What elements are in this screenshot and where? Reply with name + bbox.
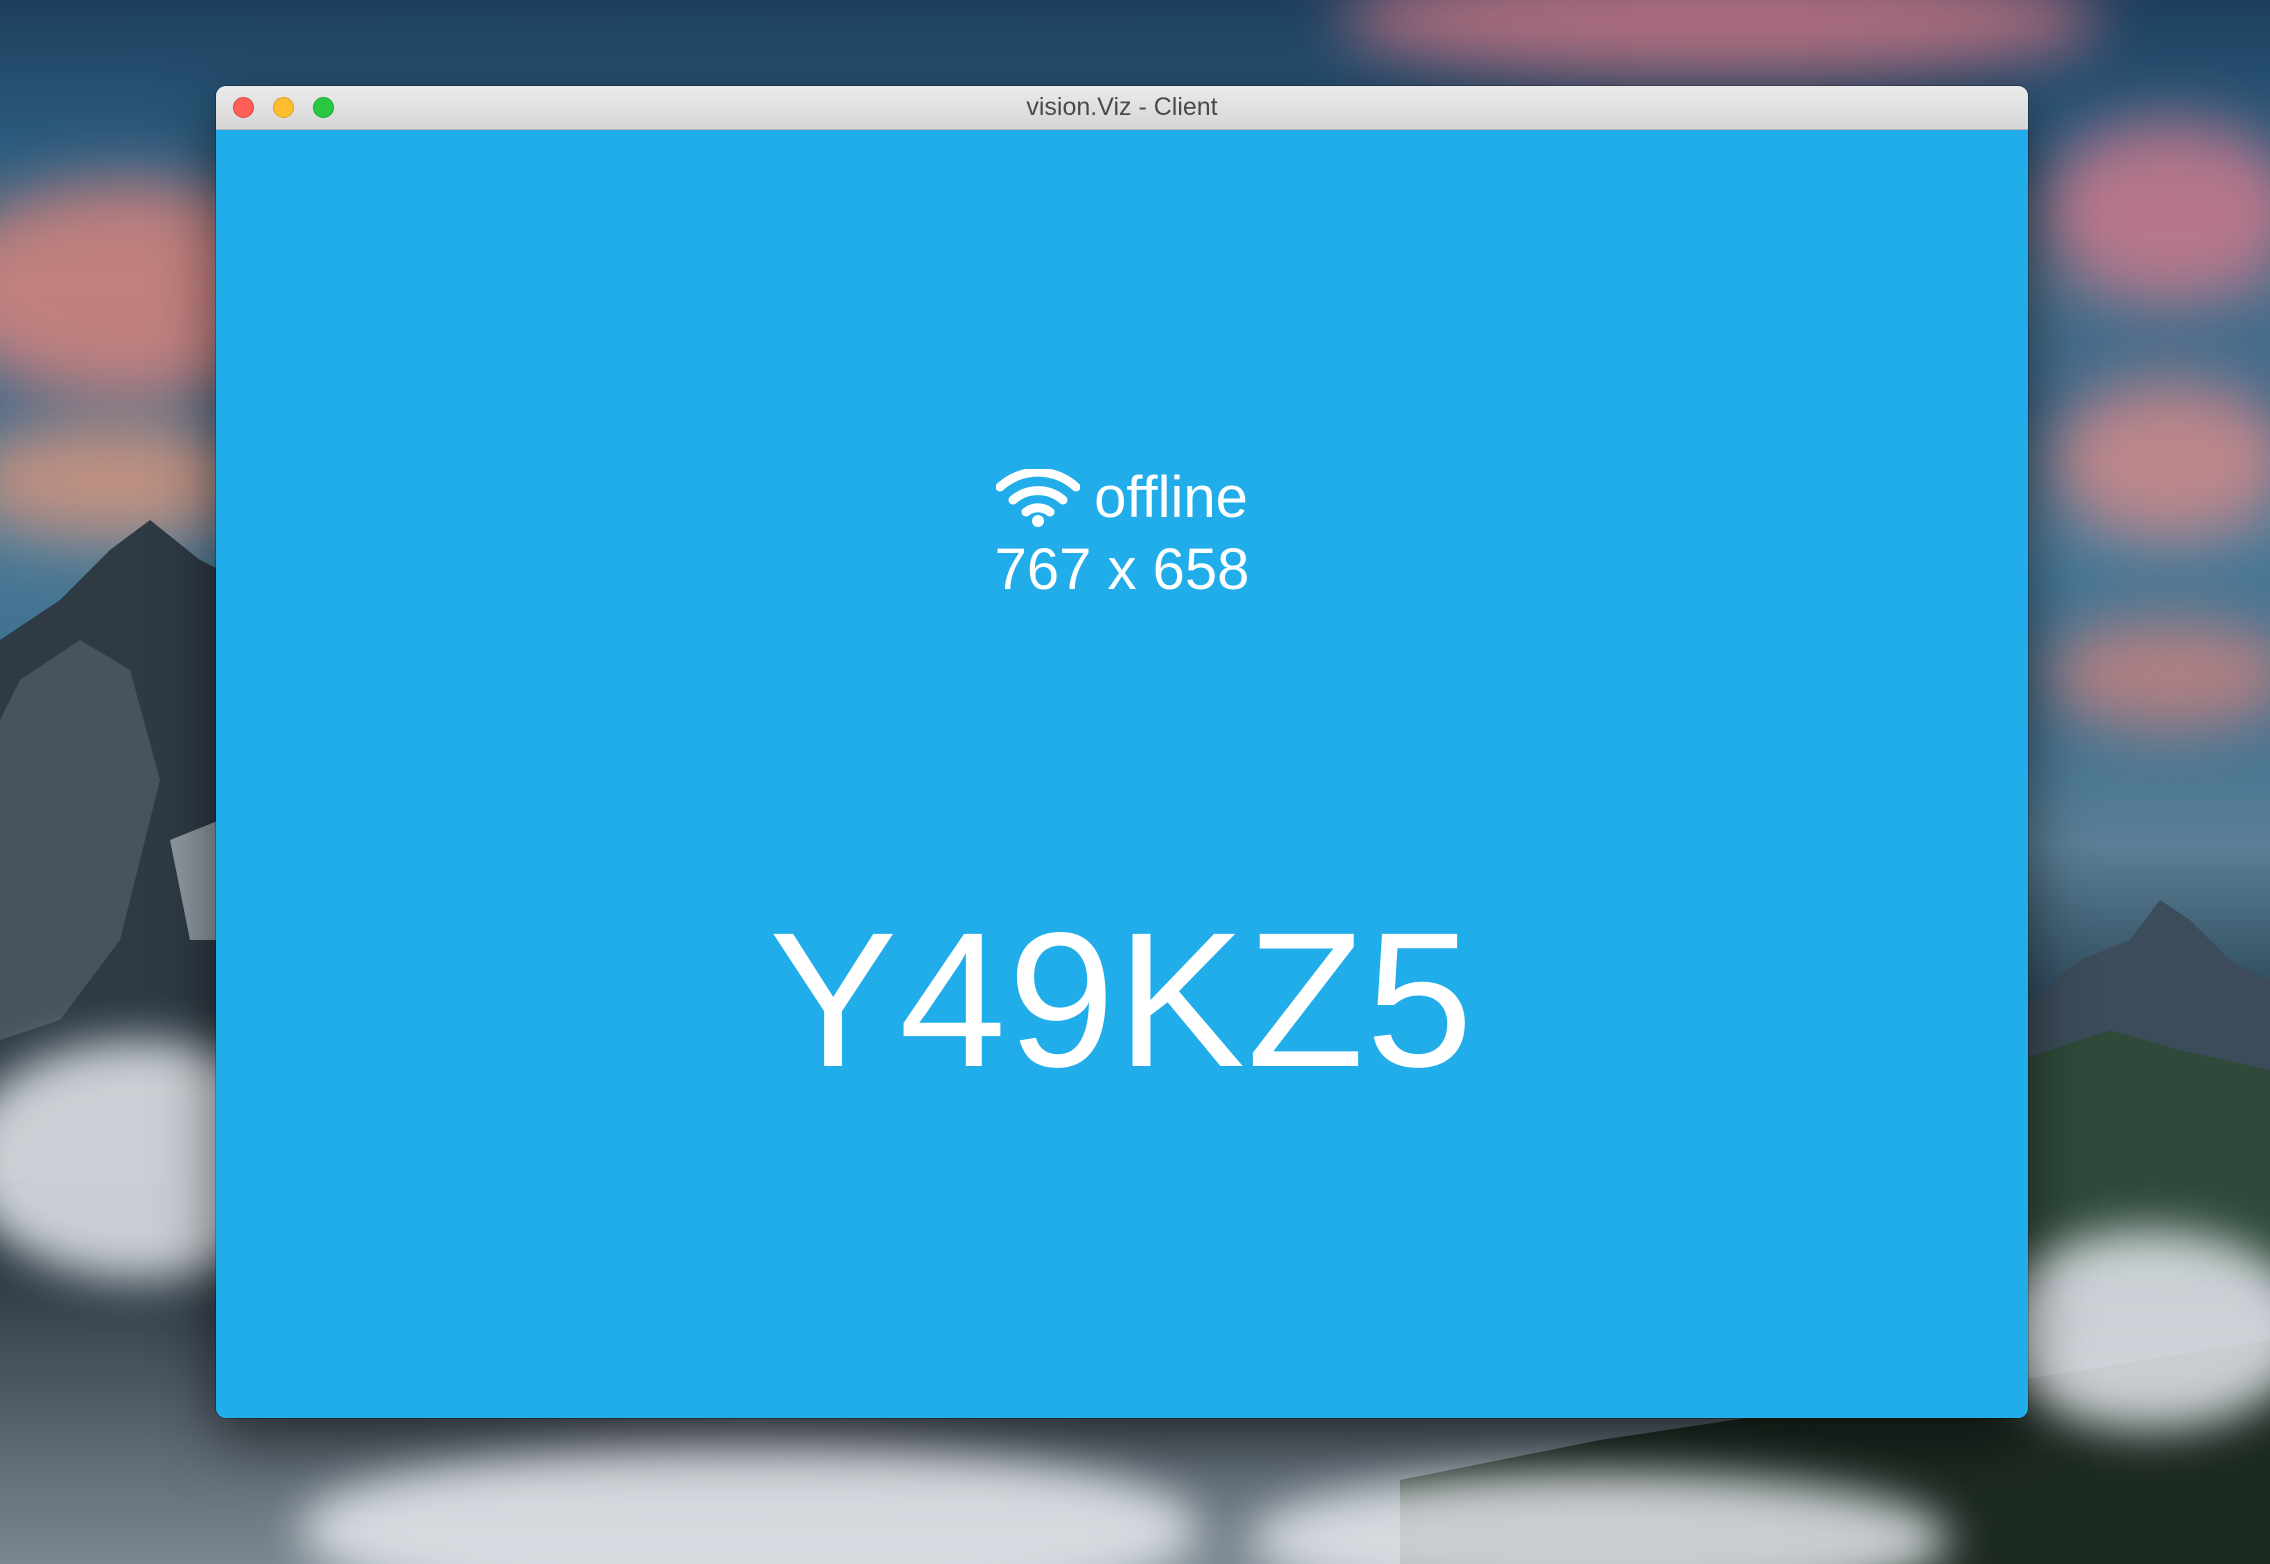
status-text: offline (1094, 465, 1248, 530)
client-content-area: offline 767 x 658 Y49KZ5 (216, 130, 2028, 1418)
mountain-right (2020, 900, 2270, 1280)
window-title: vision.Viz - Client (1026, 93, 1218, 121)
wifi-icon (996, 469, 1081, 527)
app-window: vision.Viz - Client offline 767 x 658 Y4… (216, 86, 2028, 1418)
client-code: Y49KZ5 (769, 892, 1475, 1107)
title-bar[interactable]: vision.Viz - Client (216, 86, 2028, 130)
resolution-text: 767 x 658 (994, 537, 1250, 602)
